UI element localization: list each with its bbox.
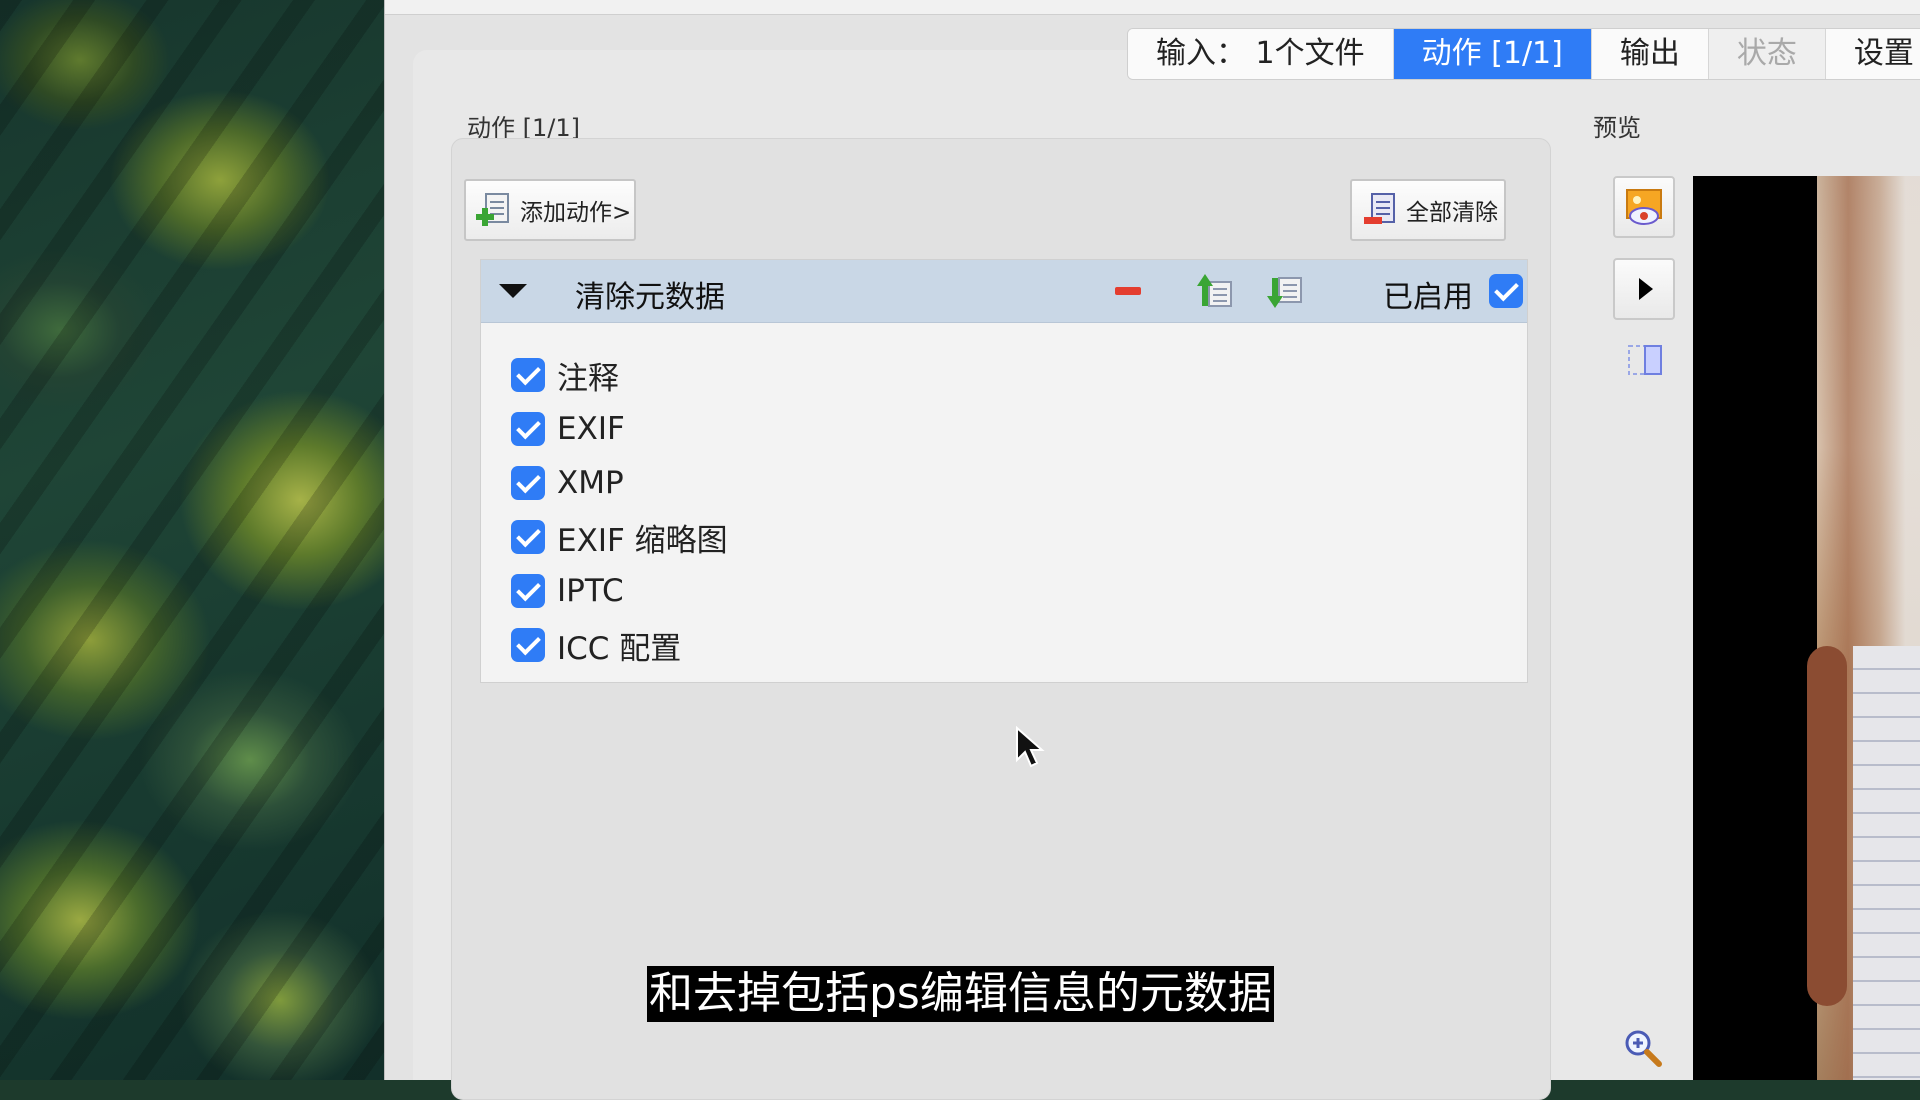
window-top-edge <box>385 0 1920 15</box>
play-icon <box>1639 278 1653 300</box>
tab-status[interactable]: 状态 <box>1708 29 1826 79</box>
option-label: EXIF <box>557 411 625 447</box>
remove-action-icon[interactable] <box>1115 287 1141 295</box>
enabled-label: 已启用 <box>1383 280 1473 315</box>
image-eye-icon <box>1626 189 1662 225</box>
preview-view-button[interactable] <box>1613 176 1675 238</box>
clear-all-label: 全部清除 <box>1406 200 1498 226</box>
clear-all-button[interactable]: 全部清除 <box>1350 179 1506 241</box>
option-iptc[interactable]: IPTC <box>511 564 728 618</box>
zoom-in-icon[interactable] <box>1621 1026 1665 1070</box>
comments-checkbox[interactable] <box>511 358 545 392</box>
app-window: 输入： 1个文件 动作 [1/1] 输出 状态 设置 动作 [1/1] 预览 添… <box>384 0 1920 1100</box>
option-label: XMP <box>557 465 624 501</box>
exif-thumbnail-checkbox[interactable] <box>511 520 545 554</box>
add-action-button[interactable]: 添加动作> <box>464 179 636 241</box>
actions-group: 添加动作> 全部清除 清除元数据 已启用 注释 EXIF XMP EXIF 缩略… <box>451 138 1551 1100</box>
tab-output[interactable]: 输出 <box>1591 29 1709 79</box>
preview-section-title: 预览 <box>1593 114 1641 142</box>
option-xmp[interactable]: XMP <box>511 456 728 510</box>
mouse-cursor-icon <box>1016 726 1045 768</box>
option-comments[interactable]: 注释 <box>511 348 728 402</box>
move-up-icon[interactable] <box>1195 272 1235 310</box>
video-subtitle: 和去掉包括ps编辑信息的元数据 <box>647 966 1274 1022</box>
preview-image <box>1693 176 1920 1080</box>
metadata-options: 注释 EXIF XMP EXIF 缩略图 IPTC ICC 配置 <box>511 348 728 672</box>
enabled-checkbox[interactable] <box>1489 274 1523 308</box>
action-header: 清除元数据 已启用 <box>481 260 1527 323</box>
action-name: 清除元数据 <box>575 280 725 315</box>
clear-list-icon <box>1360 190 1400 230</box>
desktop-wallpaper <box>0 0 384 1080</box>
tab-actions[interactable]: 动作 [1/1] <box>1393 29 1592 79</box>
option-exif-thumbnail[interactable]: EXIF 缩略图 <box>511 510 728 564</box>
add-document-icon <box>474 190 514 230</box>
option-label: IPTC <box>557 573 624 609</box>
disclosure-triangle-icon[interactable] <box>499 284 527 298</box>
move-down-icon[interactable] <box>1265 272 1305 310</box>
option-label: ICC 配置 <box>557 630 682 667</box>
xmp-checkbox[interactable] <box>511 466 545 500</box>
option-icc-profile[interactable]: ICC 配置 <box>511 618 728 672</box>
action-item: 清除元数据 已启用 注释 EXIF XMP EXIF 缩略图 IPTC ICC … <box>480 259 1528 683</box>
icc-profile-checkbox[interactable] <box>511 628 545 662</box>
add-action-label: 添加动作> <box>520 200 632 226</box>
iptc-checkbox[interactable] <box>511 574 545 608</box>
option-label: 注释 <box>557 360 619 397</box>
exif-checkbox[interactable] <box>511 412 545 446</box>
preview-photo <box>1807 176 1920 1080</box>
option-exif[interactable]: EXIF <box>511 402 728 456</box>
tab-input[interactable]: 输入： 1个文件 <box>1128 29 1394 79</box>
compare-split-icon[interactable] <box>1625 342 1665 378</box>
tab-bar: 输入： 1个文件 动作 [1/1] 输出 状态 设置 <box>1127 28 1920 80</box>
tab-settings[interactable]: 设置 <box>1825 29 1920 79</box>
play-preview-button[interactable] <box>1613 258 1675 320</box>
option-label: EXIF 缩略图 <box>557 522 728 559</box>
